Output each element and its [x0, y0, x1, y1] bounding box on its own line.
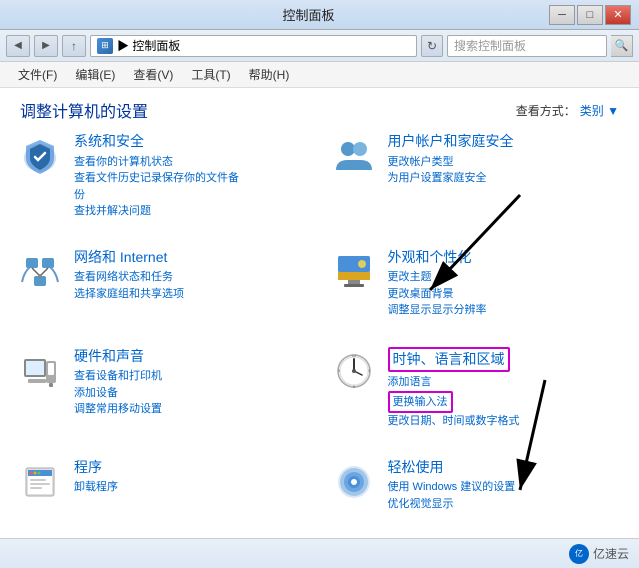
address-path: ▶ 控制面板	[117, 37, 180, 54]
category-system-security: 系统和安全 查看你的计算机状态 查看文件历史记录保存你的文件备份 查找并解决问题	[16, 132, 310, 236]
hardware-text: 硬件和声音 查看设备和打印机 添加设备 调整常用移动设置	[74, 347, 310, 418]
search-button[interactable]: 🔍	[611, 35, 633, 57]
category-user-accounts: 用户帐户和家庭安全 更改帐户类型 为用户设置家庭安全	[330, 132, 624, 236]
hardware-link-3[interactable]: 调整常用移动设置	[74, 401, 310, 418]
ease-title[interactable]: 轻松使用	[388, 458, 624, 478]
system-security-title[interactable]: 系统和安全	[74, 132, 310, 152]
appearance-title[interactable]: 外观和个性化	[388, 248, 624, 268]
main-content: 调整计算机的设置 查看方式： 类别 ▼ 系统和安全	[0, 88, 639, 538]
category-clock: 12 3 6 9 时钟、语言和区域 添加语言 更换输入法 更改日期、时间或数字格…	[330, 347, 624, 446]
network-desc: 查看网络状态和任务 选择家庭组和共享选项	[74, 269, 310, 302]
programs-text: 程序 卸载程序	[74, 458, 310, 496]
programs-icon	[16, 458, 64, 506]
address-home-icon: ⊞	[97, 38, 113, 54]
ease-desc: 使用 Windows 建议的设置 优化视觉显示	[388, 479, 624, 512]
back-button[interactable]: ◀	[6, 35, 30, 57]
menu-bar: 文件(F) 编辑(E) 查看(V) 工具(T) 帮助(H)	[0, 62, 639, 88]
clock-icon: 12 3 6 9	[330, 347, 378, 395]
close-button[interactable]: ✕	[605, 5, 631, 25]
ease-icon	[330, 458, 378, 506]
system-security-text: 系统和安全 查看你的计算机状态 查看文件历史记录保存你的文件备份 查找并解决问题	[74, 132, 310, 220]
hardware-link-2[interactable]: 添加设备	[74, 385, 310, 402]
minimize-button[interactable]: ─	[549, 5, 575, 25]
hardware-desc: 查看设备和打印机 添加设备 调整常用移动设置	[74, 368, 310, 418]
user-accounts-link-2[interactable]: 为用户设置家庭安全	[388, 170, 624, 187]
ease-link-2[interactable]: 优化视觉显示	[388, 496, 624, 513]
appearance-desc: 更改主题 更改桌面背景 调整显示显示分辨率	[388, 269, 624, 319]
menu-view[interactable]: 查看(V)	[125, 64, 181, 85]
clock-link-1[interactable]: 添加语言	[388, 374, 624, 391]
network-icon	[16, 248, 64, 296]
system-security-icon	[16, 132, 64, 180]
user-accounts-icon	[330, 132, 378, 180]
menu-edit[interactable]: 编辑(E)	[67, 64, 123, 85]
user-accounts-text: 用户帐户和家庭安全 更改帐户类型 为用户设置家庭安全	[388, 132, 624, 187]
appearance-text: 外观和个性化 更改主题 更改桌面背景 调整显示显示分辨率	[388, 248, 624, 319]
menu-help[interactable]: 帮助(H)	[241, 64, 298, 85]
content-header: 调整计算机的设置 查看方式： 类别 ▼	[0, 88, 639, 128]
page-title: 调整计算机的设置	[20, 98, 148, 122]
programs-title[interactable]: 程序	[74, 458, 310, 478]
hardware-icon	[16, 347, 64, 395]
status-bar: 亿 亿速云	[0, 538, 639, 568]
watermark-text: 亿速云	[593, 545, 629, 562]
refresh-button[interactable]: ↻	[421, 35, 443, 57]
programs-link-1[interactable]: 卸载程序	[74, 479, 310, 496]
category-ease: 轻松使用 使用 Windows 建议的设置 优化视觉显示	[330, 458, 624, 529]
address-bar[interactable]: ⊞ ▶ 控制面板	[90, 35, 417, 57]
watermark-logo: 亿	[569, 544, 589, 564]
maximize-button[interactable]: □	[577, 5, 603, 25]
category-network: 网络和 Internet 查看网络状态和任务 选择家庭组和共享选项	[16, 248, 310, 335]
hardware-title[interactable]: 硬件和声音	[74, 347, 310, 367]
menu-tools[interactable]: 工具(T)	[183, 64, 238, 85]
system-security-link-3[interactable]: 查找并解决问题	[74, 203, 310, 220]
ease-text: 轻松使用 使用 Windows 建议的设置 优化视觉显示	[388, 458, 624, 513]
user-accounts-desc: 更改帐户类型 为用户设置家庭安全	[388, 154, 624, 187]
network-text: 网络和 Internet 查看网络状态和任务 选择家庭组和共享选项	[74, 248, 310, 303]
system-security-desc: 查看你的计算机状态 查看文件历史记录保存你的文件备份 查找并解决问题	[74, 154, 310, 220]
appearance-link-1[interactable]: 更改主题	[388, 269, 624, 286]
clock-desc: 添加语言 更换输入法 更改日期、时间或数字格式	[388, 374, 624, 430]
network-title[interactable]: 网络和 Internet	[74, 248, 310, 268]
nav-bar: ◀ ▶ ↑ ⊞ ▶ 控制面板 ↻ 搜索控制面板 🔍	[0, 30, 639, 62]
svg-text:12: 12	[351, 353, 356, 358]
clock-link-3[interactable]: 更改日期、时间或数字格式	[388, 413, 624, 430]
category-grid: 系统和安全 查看你的计算机状态 查看文件历史记录保存你的文件备份 查找并解决问题	[0, 128, 639, 538]
clock-text: 时钟、语言和区域 添加语言 更换输入法 更改日期、时间或数字格式	[388, 347, 624, 430]
search-placeholder: 搜索控制面板	[454, 37, 526, 54]
network-link-1[interactable]: 查看网络状态和任务	[74, 269, 310, 286]
clock-link-2[interactable]: 更换输入法	[388, 391, 453, 414]
user-accounts-link-1[interactable]: 更改帐户类型	[388, 154, 624, 171]
view-value[interactable]: 类别 ▼	[580, 102, 619, 119]
window-title: 控制面板	[68, 5, 549, 24]
menu-file[interactable]: 文件(F)	[10, 64, 65, 85]
system-security-link-2[interactable]: 查看文件历史记录保存你的文件备份	[74, 170, 310, 203]
view-selector: 查看方式： 类别 ▼	[516, 102, 619, 119]
clock-title[interactable]: 时钟、语言和区域	[388, 347, 624, 373]
watermark: 亿 亿速云	[569, 544, 629, 564]
forward-button[interactable]: ▶	[34, 35, 58, 57]
hardware-link-1[interactable]: 查看设备和打印机	[74, 368, 310, 385]
system-security-link-1[interactable]: 查看你的计算机状态	[74, 154, 310, 171]
title-bar: 控制面板 ─ □ ✕	[0, 0, 639, 30]
appearance-link-2[interactable]: 更改桌面背景	[388, 286, 624, 303]
up-button[interactable]: ↑	[62, 35, 86, 57]
ease-link-1[interactable]: 使用 Windows 建议的设置	[388, 479, 624, 496]
appearance-link-3[interactable]: 调整显示显示分辨率	[388, 302, 624, 319]
user-accounts-title[interactable]: 用户帐户和家庭安全	[388, 132, 624, 152]
title-buttons: ─ □ ✕	[549, 5, 631, 25]
network-link-2[interactable]: 选择家庭组和共享选项	[74, 286, 310, 303]
search-bar[interactable]: 搜索控制面板	[447, 35, 607, 57]
category-appearance: 外观和个性化 更改主题 更改桌面背景 调整显示显示分辨率	[330, 248, 624, 335]
programs-desc: 卸载程序	[74, 479, 310, 496]
view-label: 查看方式：	[516, 102, 576, 119]
appearance-icon	[330, 248, 378, 296]
category-hardware: 硬件和声音 查看设备和打印机 添加设备 调整常用移动设置	[16, 347, 310, 446]
category-programs: 程序 卸载程序	[16, 458, 310, 529]
